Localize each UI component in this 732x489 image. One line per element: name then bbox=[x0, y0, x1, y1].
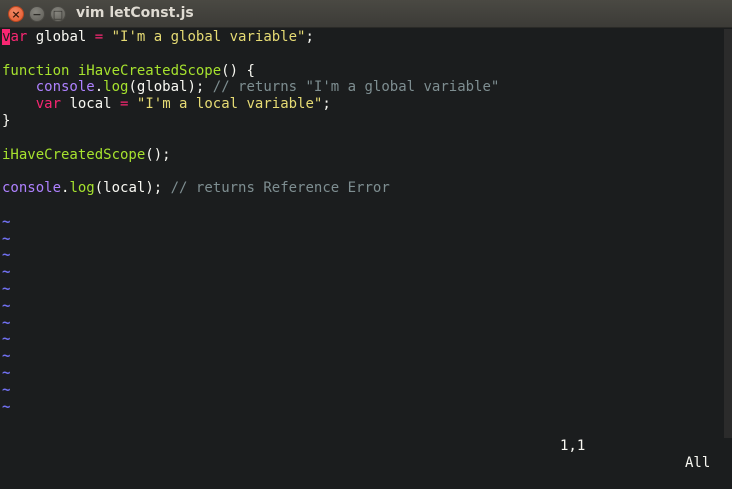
empty-line-marker: ~ bbox=[2, 264, 11, 281]
empty-line-marker: ~ bbox=[2, 280, 11, 297]
keyword: ar bbox=[10, 29, 28, 45]
status-line: 1,1 All bbox=[0, 421, 724, 471]
punctuation: . bbox=[94, 79, 104, 96]
code-line-6: } bbox=[0, 113, 724, 130]
empty-line-marker: ~ bbox=[2, 348, 11, 365]
punctuation: ; bbox=[305, 29, 314, 45]
function-call: iHaveCreatedScope bbox=[2, 146, 146, 163]
keyword: function bbox=[2, 62, 70, 79]
empty-line-marker: ~ bbox=[2, 381, 11, 398]
identifier: global bbox=[27, 29, 95, 45]
empty-line-marker: ~ bbox=[2, 297, 11, 314]
object-name: console bbox=[35, 79, 95, 96]
maximize-button[interactable]: □ bbox=[50, 6, 66, 22]
object-name: console bbox=[2, 180, 62, 197]
code-line-1: var global = "I'm a global variable"; bbox=[0, 29, 724, 46]
keyword: var bbox=[35, 96, 62, 113]
title-bar: × − □ vim letConst.js bbox=[0, 0, 732, 28]
punctuation: ; bbox=[322, 96, 331, 113]
close-button[interactable]: × bbox=[8, 6, 24, 22]
method-name: log bbox=[103, 79, 129, 96]
code-line-10: console.log(local); // returns Reference… bbox=[0, 180, 724, 197]
empty-line-marker: ~ bbox=[2, 247, 11, 264]
method-name: log bbox=[69, 180, 95, 197]
comment: // returns Reference Error bbox=[170, 180, 390, 197]
code-line-3: function iHaveCreatedScope() { bbox=[0, 63, 724, 80]
comment: // returns "I'm a global variable" bbox=[212, 79, 500, 96]
empty-line-marker: ~ bbox=[2, 230, 11, 247]
scroll-percent: All bbox=[685, 455, 711, 471]
string-literal: "I'm a local variable" bbox=[136, 96, 323, 113]
punctuation: (); bbox=[145, 146, 171, 163]
empty-line-marker: ~ bbox=[2, 213, 11, 230]
minimize-button[interactable]: − bbox=[29, 6, 45, 22]
punctuation: } bbox=[2, 112, 11, 129]
punctuation: () { bbox=[221, 62, 255, 79]
window-title: vim letConst.js bbox=[76, 5, 194, 21]
empty-line-marker: ~ bbox=[2, 331, 11, 348]
arguments: (local); bbox=[94, 180, 163, 197]
identifier: local bbox=[61, 96, 121, 113]
operator: = bbox=[94, 29, 104, 45]
empty-line-marker: ~ bbox=[2, 314, 11, 331]
scrollbar[interactable] bbox=[724, 29, 732, 438]
function-name: iHaveCreatedScope bbox=[77, 62, 222, 79]
string-literal: "I'm a global variable" bbox=[111, 29, 306, 45]
vim-editor[interactable]: var global = "I'm a global variable"; fu… bbox=[0, 29, 724, 438]
empty-line-marker: ~ bbox=[2, 364, 11, 381]
code-line-8: iHaveCreatedScope(); bbox=[0, 147, 724, 164]
arguments: (global); bbox=[128, 79, 205, 96]
code-line-5: var local = "I'm a local variable"; bbox=[0, 96, 724, 113]
empty-line-marker: ~ bbox=[2, 398, 11, 415]
terminal-window: × − □ vim letConst.js var global = "I'm … bbox=[0, 0, 732, 471]
code-line-4: console.log(global); // returns "I'm a g… bbox=[0, 79, 724, 96]
cursor-position: 1,1 bbox=[560, 438, 586, 454]
